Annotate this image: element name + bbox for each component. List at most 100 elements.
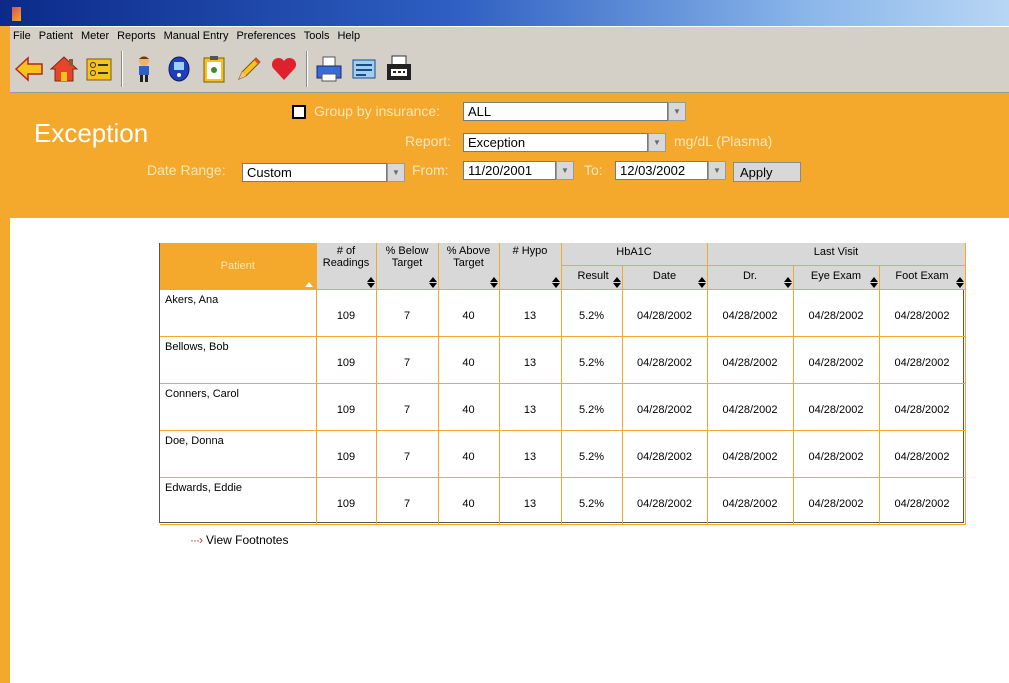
eye-header-label: Eye Exam [810,269,862,282]
hypo-cell: 13 [499,477,562,525]
heart-icon[interactable] [269,53,299,85]
group-by-insurance-checkbox[interactable] [292,105,306,119]
above-cell: 40 [438,289,500,337]
date-cell: 04/28/2002 [622,289,708,337]
patient-name-cell[interactable]: Akers, Ana [160,289,317,337]
view-footnotes-link[interactable]: ···› View Footnotes [190,533,288,547]
eye-cell: 04/28/2002 [793,383,880,431]
eye-cell: 04/28/2002 [793,289,880,337]
hypo-cell: 13 [499,430,562,478]
date-range-dropdown-button[interactable]: ▼ [387,163,405,182]
from-label: From: [412,162,449,178]
menu-patient[interactable]: Patient [36,30,78,42]
units-label: mg/dL (Plasma) [674,133,773,149]
column-header-readings[interactable]: # of Readings [316,243,377,290]
result-cell: 5.2% [561,430,623,478]
from-date-field[interactable]: 11/20/2001 [463,161,556,180]
menu-help[interactable]: Help [334,30,365,42]
patient-name-cell[interactable]: Doe, Donna [160,430,317,478]
report-icon[interactable] [349,53,379,85]
readings-header-line1: # of [336,245,356,257]
menu-manual-entry[interactable]: Manual Entry [161,30,234,42]
hypo-cell: 13 [499,336,562,384]
eye-cell: 04/28/2002 [793,477,880,525]
meter-icon[interactable] [164,53,194,85]
patient-list-icon[interactable] [84,53,114,85]
below-header-line1: % Below [385,245,429,257]
result-cell: 5.2% [561,383,623,431]
hypo-cell: 13 [499,289,562,337]
sort-icon[interactable] [612,277,621,288]
to-date-dropdown-button[interactable]: ▼ [708,161,726,180]
readings-cell: 109 [316,477,377,525]
table-row[interactable]: Akers, Ana 109 7 40 13 5.2% 04/28/2002 04/28/20… [160,289,966,337]
readings-header-line2: Readings [322,257,370,269]
fax-icon[interactable] [384,53,414,85]
clipboard-icon[interactable] [199,53,229,85]
menu-reports[interactable]: Reports [114,30,161,42]
above-cell: 40 [438,336,500,384]
dr-header-label: Dr. [742,269,758,282]
report-select[interactable]: Exception [463,133,648,152]
table-row[interactable]: Edwards, Eddie 109 7 40 13 5.2% 04/28/2002 04/2… [160,477,966,525]
table-row[interactable]: Bellows, Bob 109 7 40 13 5.2% 04/28/2002 04/28/… [160,336,966,384]
report-dropdown-button[interactable]: ▼ [648,133,666,152]
insurance-dropdown-button[interactable]: ▼ [668,102,686,121]
sort-icon[interactable] [869,277,878,288]
sort-icon[interactable] [783,277,792,288]
column-header-foot-exam[interactable]: Foot Exam [879,265,966,291]
above-cell: 40 [438,383,500,431]
to-date-field[interactable]: 12/03/2002 [615,161,708,180]
menu-bar: File Patient Meter Reports Manual Entry … [10,27,1009,45]
menu-tools[interactable]: Tools [301,30,335,42]
table-row[interactable]: Doe, Donna 109 7 40 13 5.2% 04/28/2002 04/28/20… [160,430,966,478]
sort-ascending-icon[interactable] [304,282,313,287]
sort-icon[interactable] [366,277,375,288]
title-bar [0,0,1009,26]
readings-cell: 109 [316,430,377,478]
result-cell: 5.2% [561,477,623,525]
patient-header-label: Patient [220,260,255,272]
hypo-cell: 13 [499,383,562,431]
result-header-label: Result [577,269,609,282]
back-arrow-icon[interactable] [14,53,44,85]
patient-name-cell[interactable]: Edwards, Eddie [160,477,317,525]
column-header-patient[interactable]: Patient [160,243,317,290]
menu-meter[interactable]: Meter [78,30,114,42]
apply-button[interactable]: Apply [733,162,801,182]
foot-cell: 04/28/2002 [879,430,966,478]
below-cell: 7 [376,430,439,478]
last-visit-header-label: Last Visit [813,246,859,258]
patient-name-cell[interactable]: Conners, Carol [160,383,317,431]
dr-cell: 04/28/2002 [707,430,794,478]
foot-header-label: Foot Exam [895,269,949,282]
report-header: Exception Group by insurance: ALL ▼ Repo… [10,93,1009,218]
menu-file[interactable]: File [10,30,36,42]
sort-icon[interactable] [489,277,498,288]
to-label: To: [584,162,603,178]
from-date-dropdown-button[interactable]: ▼ [556,161,574,180]
column-header-result[interactable]: Result [561,265,623,291]
column-header-eye-exam[interactable]: Eye Exam [793,265,880,291]
report-label: Report: [405,133,451,149]
patient-icon[interactable] [129,53,159,85]
insurance-select[interactable]: ALL [463,102,668,121]
column-header-hba1c-date[interactable]: Date [622,265,708,291]
column-header-hypo[interactable]: # Hypo [499,243,562,290]
patient-name-cell[interactable]: Bellows, Bob [160,336,317,384]
column-header-dr[interactable]: Dr. [707,265,794,291]
column-header-above-target[interactable]: % Above Target [438,243,500,290]
column-header-below-target[interactable]: % Below Target [376,243,439,290]
sort-icon[interactable] [697,277,706,288]
menu-preferences[interactable]: Preferences [233,30,300,42]
pencil-icon[interactable] [234,53,264,85]
date-range-select[interactable]: Custom [242,163,387,182]
sort-icon[interactable] [955,277,964,288]
eye-cell: 04/28/2002 [793,430,880,478]
sort-icon[interactable] [428,277,437,288]
table-row[interactable]: Conners, Carol 109 7 40 13 5.2% 04/28/2002 04/2… [160,383,966,431]
toolbar-separator [121,50,123,87]
sort-icon[interactable] [551,277,560,288]
home-icon[interactable] [49,53,79,85]
printer-icon[interactable] [314,53,344,85]
